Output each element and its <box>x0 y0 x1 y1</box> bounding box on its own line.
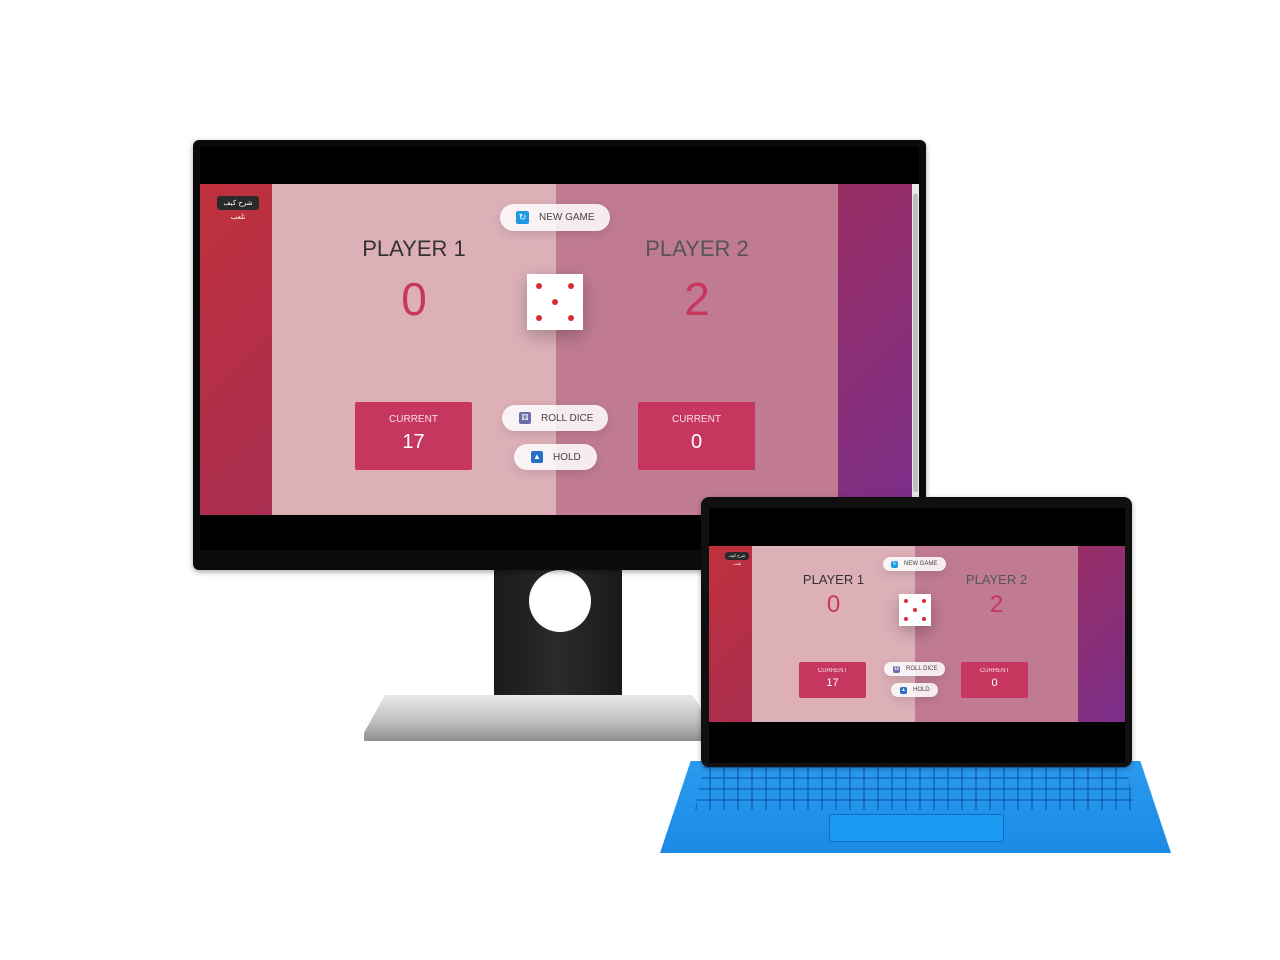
player-1-panel: PLAYER 1 0 CURRENT 17 <box>272 184 556 515</box>
hold-button[interactable]: ▲ HOLD <box>514 444 597 470</box>
dice-pip <box>922 599 926 603</box>
roll-dice-button[interactable]: ⚅ ROLL DICE <box>884 662 945 676</box>
player-1-current-box: CURRENT 17 <box>355 402 472 470</box>
dice-pip <box>913 608 917 612</box>
new-game-label: NEW GAME <box>539 212 595 223</box>
how-to-play-button[interactable]: شرح كيف تلعب <box>725 552 749 566</box>
player-1-current-score: 17 <box>402 431 425 453</box>
player-2-current-box: CURRENT 0 <box>961 662 1028 698</box>
dice-pip <box>552 299 558 305</box>
current-label: CURRENT <box>979 668 1010 674</box>
new-game-button[interactable]: ↻ NEW GAME <box>883 557 946 571</box>
dice <box>899 594 931 626</box>
player-2-panel: PLAYER 2 2 CURRENT 0 <box>556 184 838 515</box>
game-board: PLAYER 1 0 CURRENT 17 PLAYER 2 2 CURRENT… <box>272 184 838 515</box>
dice-icon: ⚅ <box>519 412 531 424</box>
monitor-base <box>364 695 714 741</box>
game-board: PLAYER 1 0 CURRENT 17 PLAYER 2 2 CURRENT… <box>752 546 1078 722</box>
hold-icon: ▲ <box>531 451 543 463</box>
refresh-icon: ↻ <box>891 560 898 568</box>
player-1-name: PLAYER 1 <box>362 236 466 261</box>
player-1-score: 0 <box>826 591 841 618</box>
player-1-current-box: CURRENT 17 <box>799 662 866 698</box>
player-1-name: PLAYER 1 <box>802 572 865 587</box>
roll-dice-label: ROLL DICE <box>541 412 594 424</box>
dice-pip <box>568 315 574 321</box>
refresh-icon: ↻ <box>516 211 529 224</box>
player-1-score: 0 <box>401 273 427 325</box>
player-2-score: 2 <box>684 273 710 325</box>
monitor-screen: شرح كيف تلعب PLAYER 1 0 CURRENT 17 PLAYE… <box>200 147 919 550</box>
roll-dice-button[interactable]: ⚅ ROLL DICE <box>502 405 608 431</box>
player-2-current-box: CURRENT 0 <box>638 402 755 470</box>
player-1-current-score: 17 <box>826 677 839 689</box>
dice-pip <box>536 315 542 321</box>
player-2-current-score: 0 <box>991 677 998 689</box>
game-app: شرح كيف تلعب PLAYER 1 0 CURRENT 17 PLAYE… <box>200 184 919 515</box>
current-label: CURRENT <box>672 414 721 425</box>
keyboard-keys <box>695 766 1135 810</box>
dice-icon: ⚅ <box>893 665 900 673</box>
current-label: CURRENT <box>389 414 438 425</box>
hold-label: HOLD <box>913 687 930 693</box>
hold-icon: ▲ <box>900 686 907 694</box>
hold-label: HOLD <box>553 451 581 463</box>
player-2-name: PLAYER 2 <box>965 572 1028 587</box>
dice <box>527 274 583 330</box>
monitor-stand-hole <box>529 570 591 632</box>
roll-dice-label: ROLL DICE <box>906 666 938 672</box>
tablet-screen: شرح كيف تلعب PLAYER 1 0 CURRENT 17 PLAYE… <box>709 508 1125 763</box>
player-2-name: PLAYER 2 <box>645 236 749 261</box>
game-app-tablet: شرح كيف تلعب PLAYER 1 0 CURRENT 17 PLAYE… <box>709 546 1125 722</box>
trackpad <box>829 814 1004 842</box>
dice-pip <box>904 599 908 603</box>
new-game-label: NEW GAME <box>904 561 938 567</box>
dice-pip <box>536 283 542 289</box>
how-to-play-button[interactable]: شرح كيف تلعب <box>217 196 259 221</box>
dice-pip <box>568 283 574 289</box>
dice-pip <box>922 617 926 621</box>
player-2-score: 2 <box>989 591 1004 618</box>
player-1-panel: PLAYER 1 0 CURRENT 17 <box>752 546 915 722</box>
player-2-current-score: 0 <box>690 431 703 453</box>
new-game-button[interactable]: ↻ NEW GAME <box>500 204 610 231</box>
dice-pip <box>904 617 908 621</box>
scrollbar[interactable] <box>912 184 919 515</box>
current-label: CURRENT <box>817 668 848 674</box>
player-2-panel: PLAYER 2 2 CURRENT 0 <box>915 546 1078 722</box>
hold-button[interactable]: ▲ HOLD <box>891 683 938 697</box>
